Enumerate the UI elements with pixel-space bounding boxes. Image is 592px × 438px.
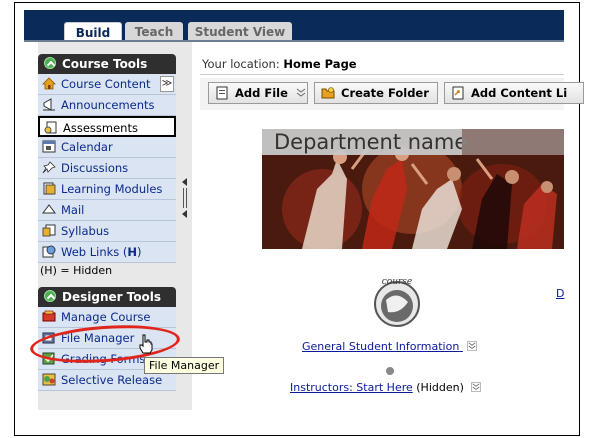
document-icon — [44, 121, 57, 134]
sidebar-item-label: Announcements — [61, 98, 155, 112]
create-folder-button[interactable]: Create Folder — [314, 82, 438, 104]
department-banner: Department name — [262, 129, 564, 249]
banner-title-strip — [462, 129, 564, 155]
sidebar-item-course-content[interactable]: Course Content — [38, 74, 176, 95]
hidden-status: (Hidden) — [416, 381, 464, 394]
megaphone-icon — [43, 98, 55, 111]
general-student-info-link[interactable]: General Student Information — [302, 340, 477, 353]
course-tools-title: Course Tools — [62, 57, 148, 71]
sidebar-item-assessments[interactable]: Assessments — [38, 116, 176, 137]
module-icon — [43, 182, 56, 195]
sidebar-item-web-links[interactable]: Web Links (H) — [38, 242, 176, 263]
partial-link[interactable]: D — [556, 287, 564, 300]
breadcrumb-current: Home Page — [283, 57, 357, 71]
top-tab-bar: Build Teach Student View — [24, 10, 564, 42]
instructors-start-here-item: Instructors: Start Here (Hidden) — [290, 381, 482, 394]
folder-icon — [321, 87, 335, 99]
chevron-down-icon: ≫ — [161, 78, 173, 89]
calendar-icon — [42, 140, 56, 153]
course-tools-menu: Course Content Announcements Assessments… — [38, 74, 176, 263]
sidebar-item-label: Selective Release — [61, 373, 163, 387]
home-icon — [42, 77, 56, 90]
sidebar-item-label: Calendar — [61, 140, 113, 154]
link-label: General Student Information — [302, 340, 460, 353]
sidebar-item-mail[interactable]: Mail — [38, 200, 176, 221]
tab-student-view[interactable]: Student View — [188, 22, 292, 42]
sidebar-item-label: Assessments — [63, 121, 138, 135]
hand-cursor-icon — [139, 334, 153, 354]
hidden-legend: (H) = Hidden — [40, 264, 113, 277]
chevron-down-icon — [296, 88, 306, 97]
sidebar-item-calendar[interactable]: Calendar — [38, 137, 176, 158]
divider — [200, 74, 564, 75]
designer-tools-title: Designer Tools — [62, 290, 162, 304]
pin-icon — [42, 161, 56, 174]
banner-title: Department name — [262, 129, 467, 155]
web-icon — [42, 245, 56, 258]
course-tools-header[interactable]: Course Tools — [38, 54, 176, 74]
panel-splitter[interactable] — [181, 176, 189, 220]
logo-text: course — [382, 277, 413, 287]
link-icon — [452, 86, 464, 100]
tooltip: File Manager — [144, 357, 225, 374]
add-content-link-button[interactable]: Add Content Li — [444, 82, 584, 104]
sidebar-item-label: Mail — [61, 203, 85, 217]
sidebar-item-label: Course Content — [61, 77, 151, 91]
collapse-left-icon — [182, 178, 187, 186]
mail-icon — [42, 204, 56, 214]
course-content-dropdown-button[interactable]: ≫ — [160, 76, 174, 92]
release-icon — [42, 373, 56, 386]
sidebar-item-discussions[interactable]: Discussions — [38, 158, 176, 179]
sidebar-item-syllabus[interactable]: Syllabus — [38, 221, 176, 242]
sidebar-item-announcements[interactable]: Announcements — [38, 95, 176, 116]
syllabus-icon — [42, 224, 56, 237]
add-content-link-label: Add Content Li — [471, 86, 568, 100]
create-folder-label: Create Folder — [341, 86, 429, 100]
sidebar-item-learning-modules[interactable]: Learning Modules — [38, 179, 176, 200]
course-logo-icon[interactable]: course — [368, 272, 426, 330]
add-file-label: Add File — [235, 86, 288, 100]
sidebar-item-label: Syllabus — [61, 224, 110, 238]
collapse-left-icon — [182, 210, 187, 218]
chevron-down-icon[interactable] — [471, 382, 482, 392]
splitter-grip — [183, 188, 184, 208]
splitter-grip — [186, 188, 187, 208]
file-icon — [216, 86, 228, 100]
sidebar-item-label: Discussions — [61, 161, 129, 175]
tab-build[interactable]: Build — [64, 22, 122, 42]
designer-tools-header[interactable]: Designer Tools — [38, 287, 176, 307]
chevron-down-icon[interactable] — [466, 341, 477, 351]
breadcrumb-prefix: Your location: — [202, 57, 280, 71]
add-file-button[interactable]: Add File — [208, 82, 308, 104]
collapse-icon[interactable] — [44, 290, 56, 302]
bullet-dot — [386, 367, 394, 375]
tab-teach[interactable]: Teach — [125, 22, 183, 42]
instructors-link[interactable]: Instructors: Start Here — [290, 381, 413, 394]
sidebar-item-label: Manage Course — [61, 310, 151, 324]
collapse-icon[interactable] — [44, 57, 56, 69]
breadcrumb: Your location: Home Page — [202, 57, 357, 71]
sidebar-item-label: Web Links (H) — [61, 245, 142, 259]
manage-icon — [42, 310, 56, 322]
sidebar-item-label: Learning Modules — [61, 182, 163, 196]
